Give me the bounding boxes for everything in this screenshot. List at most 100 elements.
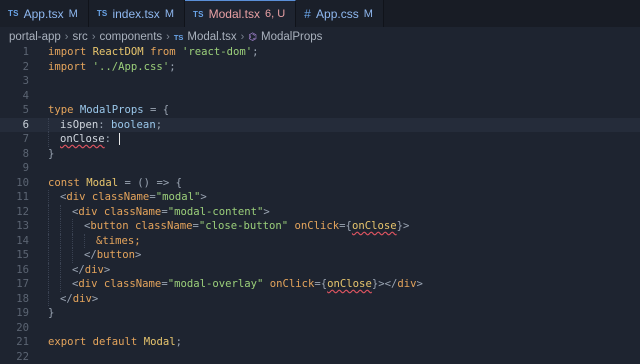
code-token: div (73, 293, 92, 305)
code-text[interactable]: <div className="modal"> (48, 190, 640, 205)
code-token: "close-button" (199, 220, 288, 232)
line-number: 21 (0, 335, 48, 350)
typescript-file-icon: TS (193, 10, 204, 19)
typescript-file-icon: TS (97, 9, 108, 18)
code-line[interactable]: 17<div className="modal-overlay" onClick… (0, 277, 640, 292)
indent-guide (48, 132, 60, 147)
code-line[interactable]: 2import '../App.css'; (0, 60, 640, 75)
line-number: 13 (0, 219, 48, 234)
code-text[interactable]: <div className="modal-content"> (48, 205, 640, 220)
code-text[interactable]: } (48, 147, 640, 162)
code-token: div (85, 264, 104, 276)
code-line[interactable]: 7onClose: (0, 132, 640, 147)
code-text[interactable]: type ModalProps = { (48, 103, 640, 118)
code-line[interactable]: 20 (0, 321, 640, 336)
indent-guide (48, 248, 60, 263)
code-text[interactable] (48, 161, 640, 176)
css-file-icon: # (304, 7, 311, 21)
line-number: 1 (0, 45, 48, 60)
tab-index-tsx[interactable]: TSindex.tsxM (89, 0, 185, 27)
code-token: </ (84, 249, 97, 261)
code-text[interactable]: <div className="modal-overlay" onClick={… (48, 277, 640, 292)
code-token: "modal" (156, 191, 201, 203)
breadcrumb-item[interactable]: src (72, 31, 87, 43)
symbol-type-icon: ⌬ (248, 32, 257, 43)
code-line[interactable]: 15</button> (0, 248, 640, 263)
code-line[interactable]: 14&times; (0, 234, 640, 249)
code-line[interactable]: 8} (0, 147, 640, 162)
code-line[interactable]: 1import ReactDOM from 'react-dom'; (0, 45, 640, 60)
code-token: isOpen (60, 119, 98, 131)
breadcrumb-file[interactable]: Modal.tsx (187, 31, 236, 43)
chevron-right-icon: › (241, 31, 245, 43)
code-line[interactable]: 22 (0, 350, 640, 364)
line-number: 2 (0, 60, 48, 75)
code-text[interactable]: import ReactDOM from 'react-dom'; (48, 45, 640, 60)
tab-modal-tsx[interactable]: TSModal.tsx6, U (185, 0, 296, 27)
code-text[interactable]: } (48, 306, 640, 321)
code-text[interactable] (48, 74, 640, 89)
code-token: div (78, 206, 97, 218)
code-line[interactable]: 18</div> (0, 292, 640, 307)
code-token: 'react-dom' (182, 46, 252, 58)
chevron-right-icon: › (166, 31, 170, 43)
code-line[interactable]: 3 (0, 74, 640, 89)
code-text[interactable]: export default Modal; (48, 335, 640, 350)
code-text[interactable]: onClose: (48, 132, 640, 147)
indent-guide (48, 292, 60, 307)
code-token: > (263, 206, 269, 218)
code-line[interactable]: 16</div> (0, 263, 640, 278)
tab-app-tsx[interactable]: TSApp.tsxM (0, 0, 89, 27)
code-token: : (105, 133, 118, 145)
line-number: 17 (0, 277, 48, 292)
breadcrumb-item[interactable]: portal-app (9, 31, 61, 43)
breadcrumb-symbol[interactable]: ModalProps (261, 31, 322, 43)
code-line[interactable]: 21export default Modal; (0, 335, 640, 350)
code-editor[interactable]: 1import ReactDOM from 'react-dom';2impor… (0, 45, 640, 364)
typescript-file-icon: TS (8, 9, 19, 18)
code-text[interactable]: </div> (48, 263, 640, 278)
tab-label: App.css (316, 7, 359, 21)
code-text[interactable]: <button className="close-button" onClick… (48, 219, 640, 234)
indent-guide (72, 219, 84, 234)
code-line[interactable]: 9 (0, 161, 640, 176)
code-token: import (48, 61, 93, 73)
code-line[interactable]: 11<div className="modal"> (0, 190, 640, 205)
code-line[interactable]: 6isOpen: boolean; (0, 118, 640, 133)
code-line[interactable]: 13<button className="close-button" onCli… (0, 219, 640, 234)
code-text[interactable]: </button> (48, 248, 640, 263)
code-token: = { (144, 104, 170, 116)
tab-app-css[interactable]: #App.cssM (296, 0, 384, 27)
code-text[interactable] (48, 321, 640, 336)
indent-guide (48, 219, 60, 234)
code-text[interactable]: import '../App.css'; (48, 60, 640, 75)
code-line[interactable]: 10const Modal = () => { (0, 176, 640, 191)
line-number: 12 (0, 205, 48, 220)
code-text[interactable] (48, 89, 640, 104)
line-number: 10 (0, 176, 48, 191)
indent-guide (48, 277, 60, 292)
code-line[interactable]: 12<div className="modal-content"> (0, 205, 640, 220)
code-token: Modal (144, 336, 176, 348)
code-text[interactable]: </div> (48, 292, 640, 307)
code-line[interactable]: 5type ModalProps = { (0, 103, 640, 118)
indent-guide (48, 263, 60, 278)
code-token: > (416, 278, 422, 290)
code-line[interactable]: 19} (0, 306, 640, 321)
code-line[interactable]: 4 (0, 89, 640, 104)
code-text[interactable]: &times; (48, 234, 640, 249)
code-text[interactable] (48, 350, 640, 364)
code-token: &times; (96, 235, 141, 247)
code-text[interactable]: isOpen: boolean; (48, 118, 640, 133)
code-text[interactable]: const Modal = () => { (48, 176, 640, 191)
code-token: ; (252, 46, 258, 58)
code-token: ; (156, 119, 162, 131)
code-token: type (48, 104, 80, 116)
code-token: button (97, 249, 135, 261)
indent-guide (60, 277, 72, 292)
code-token: </ (72, 264, 85, 276)
breadcrumb-item[interactable]: components (99, 31, 162, 43)
indent-guide (60, 234, 72, 249)
chevron-right-icon: › (92, 31, 96, 43)
line-number: 5 (0, 103, 48, 118)
